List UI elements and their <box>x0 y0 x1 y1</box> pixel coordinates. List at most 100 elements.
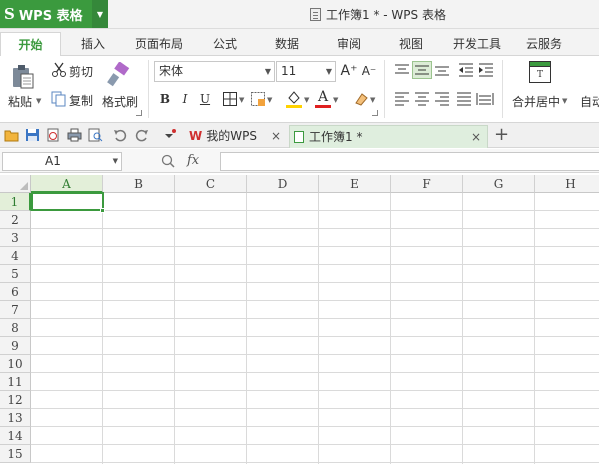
tab-formulas[interactable]: 公式 <box>200 32 250 56</box>
column-header[interactable]: C <box>175 175 247 193</box>
app-menu-button[interactable]: S WPS 表格 <box>0 0 92 28</box>
distributed-align-icon[interactable] <box>476 92 494 106</box>
zoom-search-icon[interactable] <box>160 153 176 169</box>
shrink-font-button[interactable]: A⁻ <box>361 63 377 79</box>
row-header[interactable]: 5 <box>0 265 31 283</box>
row-header[interactable]: 15 <box>0 445 31 463</box>
copy-button[interactable]: 复制 <box>69 92 93 109</box>
tab-insert[interactable]: 插入 <box>68 32 118 56</box>
row-header[interactable]: 10 <box>0 355 31 373</box>
decrease-indent-icon[interactable] <box>458 63 474 77</box>
tab-review[interactable]: 审阅 <box>324 32 374 56</box>
grow-font-button[interactable]: A⁺ <box>341 63 358 79</box>
row-header[interactable]: 3 <box>0 229 31 247</box>
name-box[interactable]: A1 ▼ <box>2 152 122 171</box>
font-color-icon[interactable]: A <box>314 89 332 109</box>
row-header[interactable]: 4 <box>0 247 31 265</box>
row-header[interactable]: 6 <box>0 283 31 301</box>
tab-data[interactable]: 数据 <box>262 32 312 56</box>
scissors-icon[interactable] <box>51 62 67 78</box>
clear-format-icon[interactable] <box>353 91 369 107</box>
row-header[interactable]: 14 <box>0 427 31 445</box>
print-preview-icon[interactable] <box>88 128 103 142</box>
row-header[interactable]: 7 <box>0 301 31 319</box>
worksheet-grid[interactable]: A B C D E F G H 1 2 3 4 5 6 7 8 9 10 11 12 13 14 15 <box>0 175 599 464</box>
font-name-select[interactable]: 宋体 ▼ <box>154 61 275 82</box>
align-bottom-icon[interactable] <box>434 63 450 77</box>
borders-dropdown-icon[interactable]: ▼ <box>239 96 244 104</box>
bold-button[interactable]: B <box>157 91 173 107</box>
clipboard-launcher-icon[interactable] <box>136 110 142 116</box>
print-icon[interactable] <box>67 128 82 142</box>
close-icon[interactable]: × <box>271 125 281 147</box>
align-left-icon[interactable] <box>394 92 410 106</box>
chevron-down-icon: ▼ <box>264 67 271 76</box>
font-color-dropdown-icon[interactable]: ▼ <box>333 96 338 104</box>
column-header[interactable]: A <box>31 175 103 193</box>
doc-tab-workbook1[interactable]: 工作簿1 * × <box>289 125 488 148</box>
tab-cloud-service[interactable]: 云服务 <box>517 32 571 56</box>
customize-toolbar-icon[interactable] <box>162 128 177 142</box>
row-header[interactable]: 8 <box>0 319 31 337</box>
app-menu-dropdown-icon[interactable]: ▼ <box>92 0 108 28</box>
align-center-icon[interactable] <box>414 92 430 106</box>
column-header[interactable]: E <box>319 175 391 193</box>
tab-view[interactable]: 视图 <box>386 32 436 56</box>
cell-style-icon[interactable] <box>250 91 266 107</box>
column-header[interactable]: F <box>391 175 463 193</box>
merge-center-dropdown-icon[interactable]: ▼ <box>562 97 567 105</box>
new-tab-button[interactable]: + <box>494 124 509 145</box>
insert-function-button[interactable]: fx <box>187 153 199 168</box>
borders-icon[interactable] <box>222 91 238 107</box>
align-middle-icon[interactable] <box>412 61 432 79</box>
fill-color-dropdown-icon[interactable]: ▼ <box>304 96 309 104</box>
close-icon[interactable]: × <box>471 126 481 148</box>
paste-icon[interactable] <box>10 62 36 90</box>
underline-button[interactable]: U <box>197 91 213 107</box>
column-header[interactable]: B <box>103 175 175 193</box>
undo-icon[interactable] <box>113 128 128 142</box>
align-right-icon[interactable] <box>434 92 450 106</box>
row-header[interactable]: 1 <box>0 193 31 211</box>
formula-input[interactable] <box>220 152 599 171</box>
active-cell[interactable] <box>31 192 104 211</box>
select-all-corner[interactable] <box>0 175 31 193</box>
row-header[interactable]: 12 <box>0 391 31 409</box>
cut-button[interactable]: 剪切 <box>69 63 93 80</box>
export-pdf-icon[interactable] <box>46 128 61 142</box>
wrap-text-button[interactable]: 自动 <box>580 93 599 110</box>
row-header[interactable]: 9 <box>0 337 31 355</box>
increase-indent-icon[interactable] <box>478 63 494 77</box>
font-size-select[interactable]: 11 ▼ <box>276 61 336 82</box>
tab-developer[interactable]: 开发工具 <box>447 32 507 56</box>
column-header[interactable]: G <box>463 175 535 193</box>
merge-center-button[interactable]: 合并居中 <box>512 93 560 110</box>
paste-button[interactable]: 粘贴 <box>8 93 32 110</box>
italic-button[interactable]: I <box>177 91 193 107</box>
chevron-down-icon[interactable]: ▼ <box>113 153 118 170</box>
doc-tab-my-wps[interactable]: W 我的WPS × <box>185 125 285 148</box>
copy-icon[interactable] <box>51 91 67 107</box>
font-launcher-icon[interactable] <box>372 110 378 116</box>
merge-center-icon[interactable]: T <box>528 60 552 84</box>
redo-icon[interactable] <box>134 128 149 142</box>
clear-format-dropdown-icon[interactable]: ▼ <box>370 96 375 104</box>
open-folder-icon[interactable] <box>4 128 19 142</box>
tab-page-layout[interactable]: 页面布局 <box>128 32 190 56</box>
save-icon[interactable] <box>25 128 40 142</box>
row-header[interactable]: 11 <box>0 373 31 391</box>
fill-color-icon[interactable] <box>285 89 303 109</box>
align-top-icon[interactable] <box>394 63 410 77</box>
format-painter-icon[interactable] <box>107 62 133 88</box>
row-header[interactable]: 2 <box>0 211 31 229</box>
format-painter-button[interactable]: 格式刷 <box>102 93 138 110</box>
justify-icon[interactable] <box>456 92 472 106</box>
grid-line <box>31 354 599 355</box>
tab-home[interactable]: 开始 <box>0 32 61 57</box>
paste-dropdown-icon[interactable]: ▼ <box>36 97 41 105</box>
cell-style-dropdown-icon[interactable]: ▼ <box>267 96 272 104</box>
column-header[interactable]: H <box>535 175 599 193</box>
row-header[interactable]: 13 <box>0 409 31 427</box>
column-header[interactable]: D <box>247 175 319 193</box>
fill-handle[interactable] <box>100 208 105 213</box>
